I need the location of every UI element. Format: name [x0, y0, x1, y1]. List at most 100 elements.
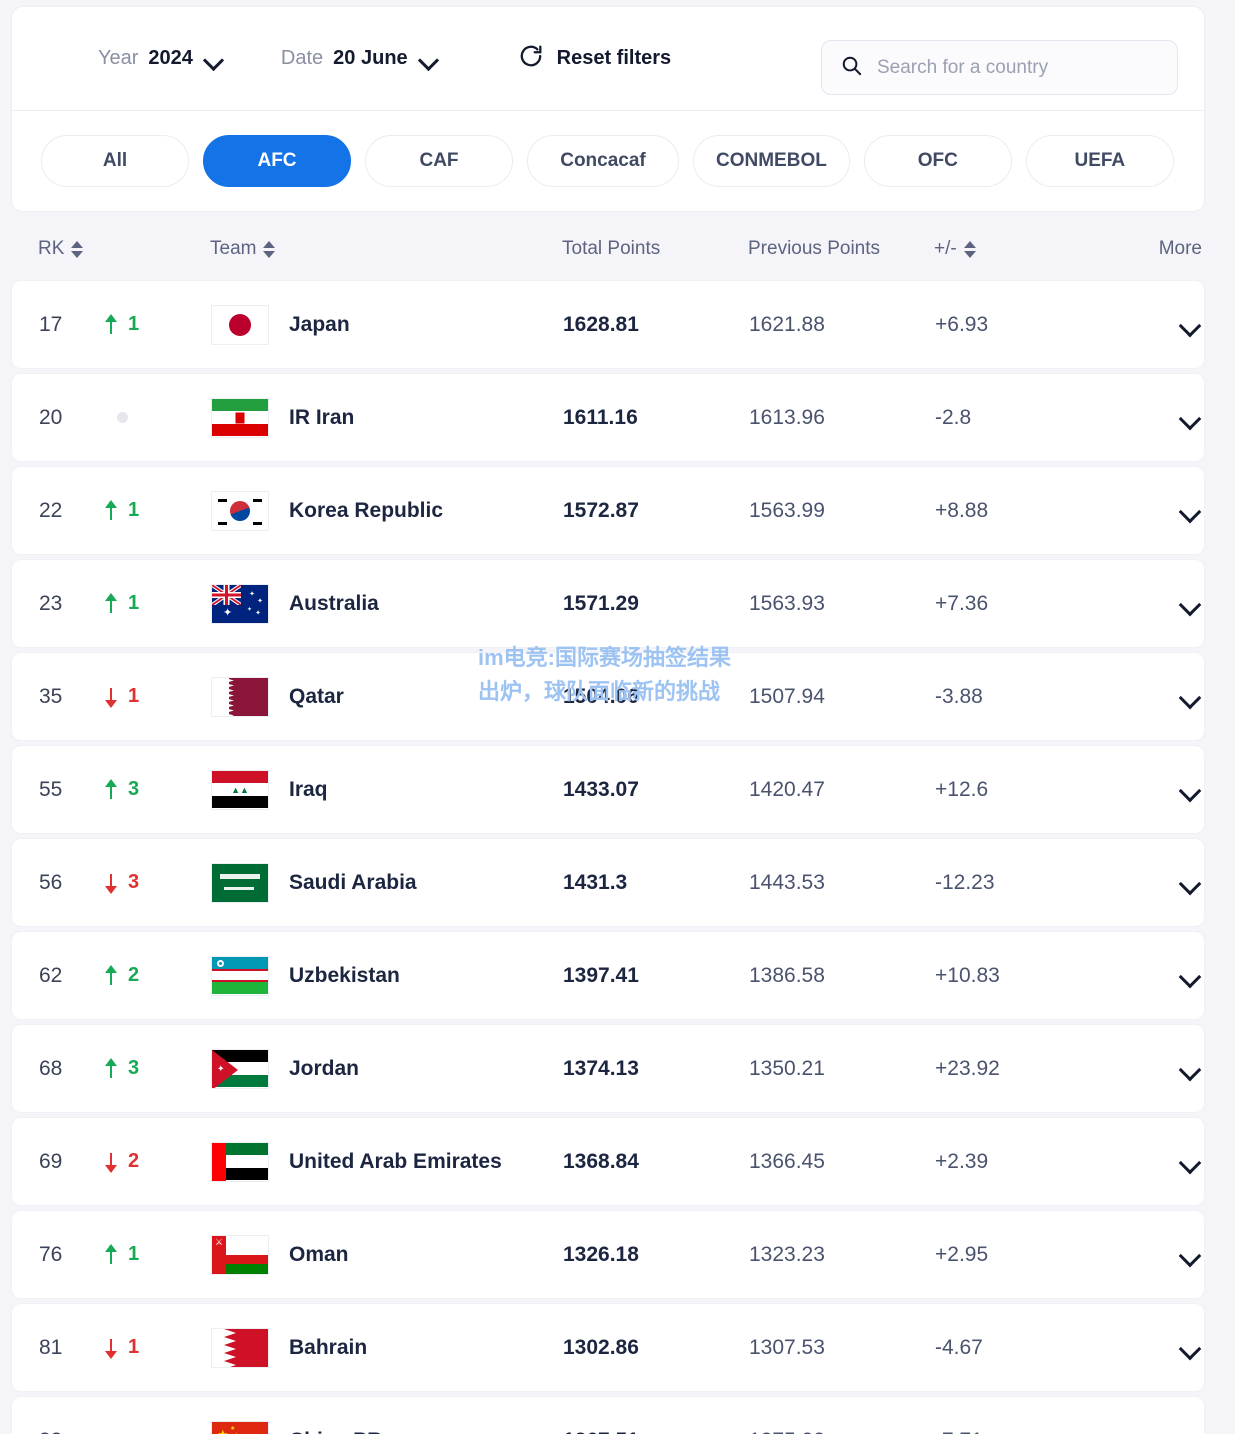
table-row[interactable]: 23 1 ✦ ✦ ✦ ✦ ✦ Australia 1571.29 1563.93 +7.36	[11, 559, 1205, 648]
rank-value: 69	[39, 1149, 63, 1173]
expand-row-chevron-down-icon[interactable]	[1177, 1428, 1203, 1434]
team-cell[interactable]: ✦ ✦ ✦ ✦ ✦ Australia	[211, 583, 563, 624]
expand-row-chevron-down-icon[interactable]	[1177, 312, 1203, 338]
total-points-value: 1368.84	[563, 1149, 639, 1173]
table-row[interactable]: 56 3 Saudi Arabia 1431.3 1443.53 -12.23	[11, 838, 1205, 927]
expand-row-chevron-down-icon[interactable]	[1177, 498, 1203, 524]
expand-row-chevron-down-icon[interactable]	[1177, 1056, 1203, 1082]
rank-change-value: 1	[128, 313, 140, 335]
search-box[interactable]	[821, 40, 1178, 95]
team-cell[interactable]: Bahrain	[211, 1327, 563, 1368]
points-diff-value: +10.83	[935, 963, 1000, 987]
header-previous-points: Previous Points	[748, 238, 881, 259]
arrow-up-icon	[103, 313, 119, 336]
table-row[interactable]: 76 1 ⚔ Oman 1326.18 1323.23 +2.95	[11, 1210, 1205, 1299]
tab-afc[interactable]: AFC	[203, 135, 351, 187]
flag-jordan: ✦	[211, 1048, 269, 1089]
total-points-value: 1267.51	[563, 1429, 639, 1434]
arrow-up-icon	[103, 592, 119, 615]
search-input[interactable]	[877, 56, 1159, 79]
header-rank-label: RK	[38, 238, 65, 259]
expand-row-chevron-down-icon[interactable]	[1177, 684, 1203, 710]
expand-row-chevron-down-icon[interactable]	[1177, 777, 1203, 803]
table-row[interactable]: 35 1 Qatar 1504.06 1507.94 -3.88	[11, 652, 1205, 741]
rank-change: 1	[103, 685, 211, 708]
table-row[interactable]: 20 IR Iran 1611.16 1613.96 -2.8	[11, 373, 1205, 462]
rank-change	[103, 412, 211, 423]
table-row[interactable]: 55 3 ▲▲ Iraq 1433.07 1420.47 +12.6	[11, 745, 1205, 834]
points-diff-value: -2.8	[935, 405, 972, 429]
total-points-value: 1397.41	[563, 963, 639, 987]
header-team[interactable]: Team	[210, 238, 562, 260]
expand-row-chevron-down-icon[interactable]	[1177, 1149, 1203, 1175]
team-cell[interactable]: Uzbekistan	[211, 955, 563, 996]
tab-ofc[interactable]: OFC	[863, 135, 1012, 187]
rankings-page: Year 2024 Date 20 June Reset filters Sea…	[0, 0, 1235, 1434]
expand-row-chevron-down-icon[interactable]	[1177, 405, 1203, 431]
reset-filters-button[interactable]: Reset filters	[518, 43, 671, 74]
table-row[interactable]: 62 2 Uzbekistan 1397.41 1386.58 +10.83	[11, 931, 1205, 1020]
arrow-down-icon	[103, 1337, 119, 1359]
table-row[interactable]: 22 1 Korea Republic 1572.87 1563.99 +8.88	[11, 466, 1205, 555]
flag-iran	[211, 397, 269, 438]
rank-change-value: 3	[128, 778, 140, 800]
previous-points-value: 1386.58	[749, 963, 825, 987]
no-change-dot-icon	[117, 412, 128, 423]
table-row[interactable]: 68 3 ✦ Jordan 1374.13 1350.21 +23.92	[11, 1024, 1205, 1113]
team-cell[interactable]: Qatar	[211, 676, 563, 717]
table-row[interactable]: 81 1 Bahrain 1302.86 1307.53 -4.67	[11, 1303, 1205, 1392]
header-rank[interactable]: RK	[38, 238, 102, 260]
team-cell[interactable]: ⚔ Oman	[211, 1234, 563, 1275]
points-diff-value: +12.6	[935, 777, 989, 801]
team-cell[interactable]: IR Iran	[211, 397, 563, 438]
rank-value: 23	[39, 591, 63, 615]
expand-row-chevron-down-icon[interactable]	[1177, 1335, 1203, 1361]
header-total-points: Total Points	[562, 238, 661, 259]
year-filter[interactable]: Year 2024	[98, 47, 225, 70]
tab-conmebol[interactable]: CONMEBOL	[693, 135, 850, 187]
year-value: 2024	[148, 47, 193, 69]
team-cell[interactable]: ★★★★★ China PR	[211, 1420, 563, 1434]
table-row[interactable]: 88 ★★★★★ China PR 1267.51 1275.22 -7.71	[11, 1396, 1205, 1434]
expand-row-chevron-down-icon[interactable]	[1177, 1242, 1203, 1268]
flag-oman: ⚔	[211, 1234, 269, 1275]
team-name: Bahrain	[289, 1335, 368, 1359]
tab-concacaf[interactable]: Concacaf	[527, 135, 679, 187]
table-row[interactable]: 17 1 Japan 1628.81 1621.88 +6.93	[11, 280, 1205, 369]
previous-points-value: 1420.47	[749, 777, 825, 801]
arrow-down-icon	[103, 872, 119, 894]
tab-caf[interactable]: CAF	[365, 135, 513, 187]
tab-all[interactable]: All	[41, 135, 189, 187]
rank-change: 1	[103, 592, 211, 615]
header-diff[interactable]: +/-	[934, 238, 1102, 260]
total-points-value: 1628.81	[563, 312, 639, 336]
rank-change: 3	[103, 871, 211, 894]
rank-change-value: 1	[128, 499, 140, 521]
team-name: Australia	[289, 591, 379, 615]
previous-points-value: 1563.99	[749, 498, 825, 522]
tab-uefa[interactable]: UEFA	[1025, 135, 1174, 187]
team-cell[interactable]: Korea Republic	[211, 490, 563, 531]
arrow-up-icon	[103, 778, 119, 801]
flag-australia: ✦ ✦ ✦ ✦ ✦	[211, 583, 269, 624]
date-filter[interactable]: Date 20 June	[281, 47, 440, 70]
team-name: Oman	[289, 1242, 349, 1266]
rank-change: 3	[103, 778, 211, 801]
arrow-down-icon	[103, 686, 119, 708]
team-cell[interactable]: ▲▲ Iraq	[211, 769, 563, 810]
team-cell[interactable]: Saudi Arabia	[211, 862, 563, 903]
team-name: Qatar	[289, 684, 344, 708]
expand-row-chevron-down-icon[interactable]	[1177, 870, 1203, 896]
expand-row-chevron-down-icon[interactable]	[1177, 963, 1203, 989]
team-cell[interactable]: ✦ Jordan	[211, 1048, 563, 1089]
arrow-up-icon	[103, 1243, 119, 1266]
filter-card: Year 2024 Date 20 June Reset filters Sea…	[11, 6, 1205, 212]
table-row[interactable]: 69 2 United Arab Emirates 1368.84 1366.45 +2.…	[11, 1117, 1205, 1206]
flag-uae	[211, 1141, 269, 1182]
flag-bahrain	[211, 1327, 269, 1368]
total-points-value: 1433.07	[563, 777, 639, 801]
rank-change-value: 1	[128, 592, 140, 614]
team-cell[interactable]: United Arab Emirates	[211, 1141, 563, 1182]
team-cell[interactable]: Japan	[211, 304, 563, 345]
expand-row-chevron-down-icon[interactable]	[1177, 591, 1203, 617]
